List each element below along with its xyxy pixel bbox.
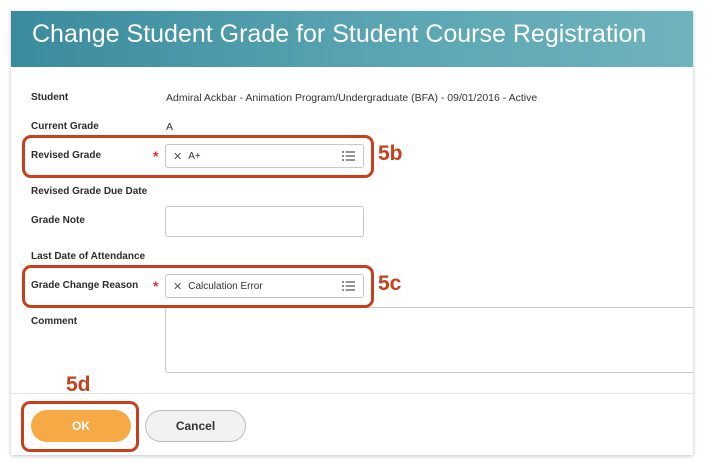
callout-label-5c: 5c <box>378 272 402 295</box>
cancel-button[interactable]: Cancel <box>145 410 246 442</box>
comment-textarea[interactable] <box>165 307 693 373</box>
grade-note-input[interactable] <box>165 206 364 237</box>
page-title: Change Student Grade for Student Course … <box>32 20 647 48</box>
comment-label: Comment <box>31 316 78 327</box>
footer-divider <box>11 393 693 394</box>
last-date-of-attendance-label: Last Date of Attendance <box>31 251 146 262</box>
student-value: Admiral Ackbar - Animation Program/Under… <box>166 92 538 104</box>
callout-box-grade-change-reason <box>22 265 374 308</box>
current-grade-label: Current Grade <box>31 121 99 132</box>
revised-grade-due-date-label: Revised Grade Due Date <box>31 186 148 197</box>
callout-label-5b: 5b <box>378 142 403 165</box>
dialog-card: Change Student Grade for Student Course … <box>11 11 693 455</box>
callout-box-ok <box>21 401 139 452</box>
current-grade-value: A <box>166 121 174 133</box>
dialog-header: Change Student Grade for Student Course … <box>11 11 693 67</box>
student-label: Student <box>31 92 69 103</box>
grade-note-label: Grade Note <box>31 215 85 226</box>
callout-label-5d: 5d <box>66 373 91 396</box>
callout-box-revised-grade <box>22 135 374 178</box>
